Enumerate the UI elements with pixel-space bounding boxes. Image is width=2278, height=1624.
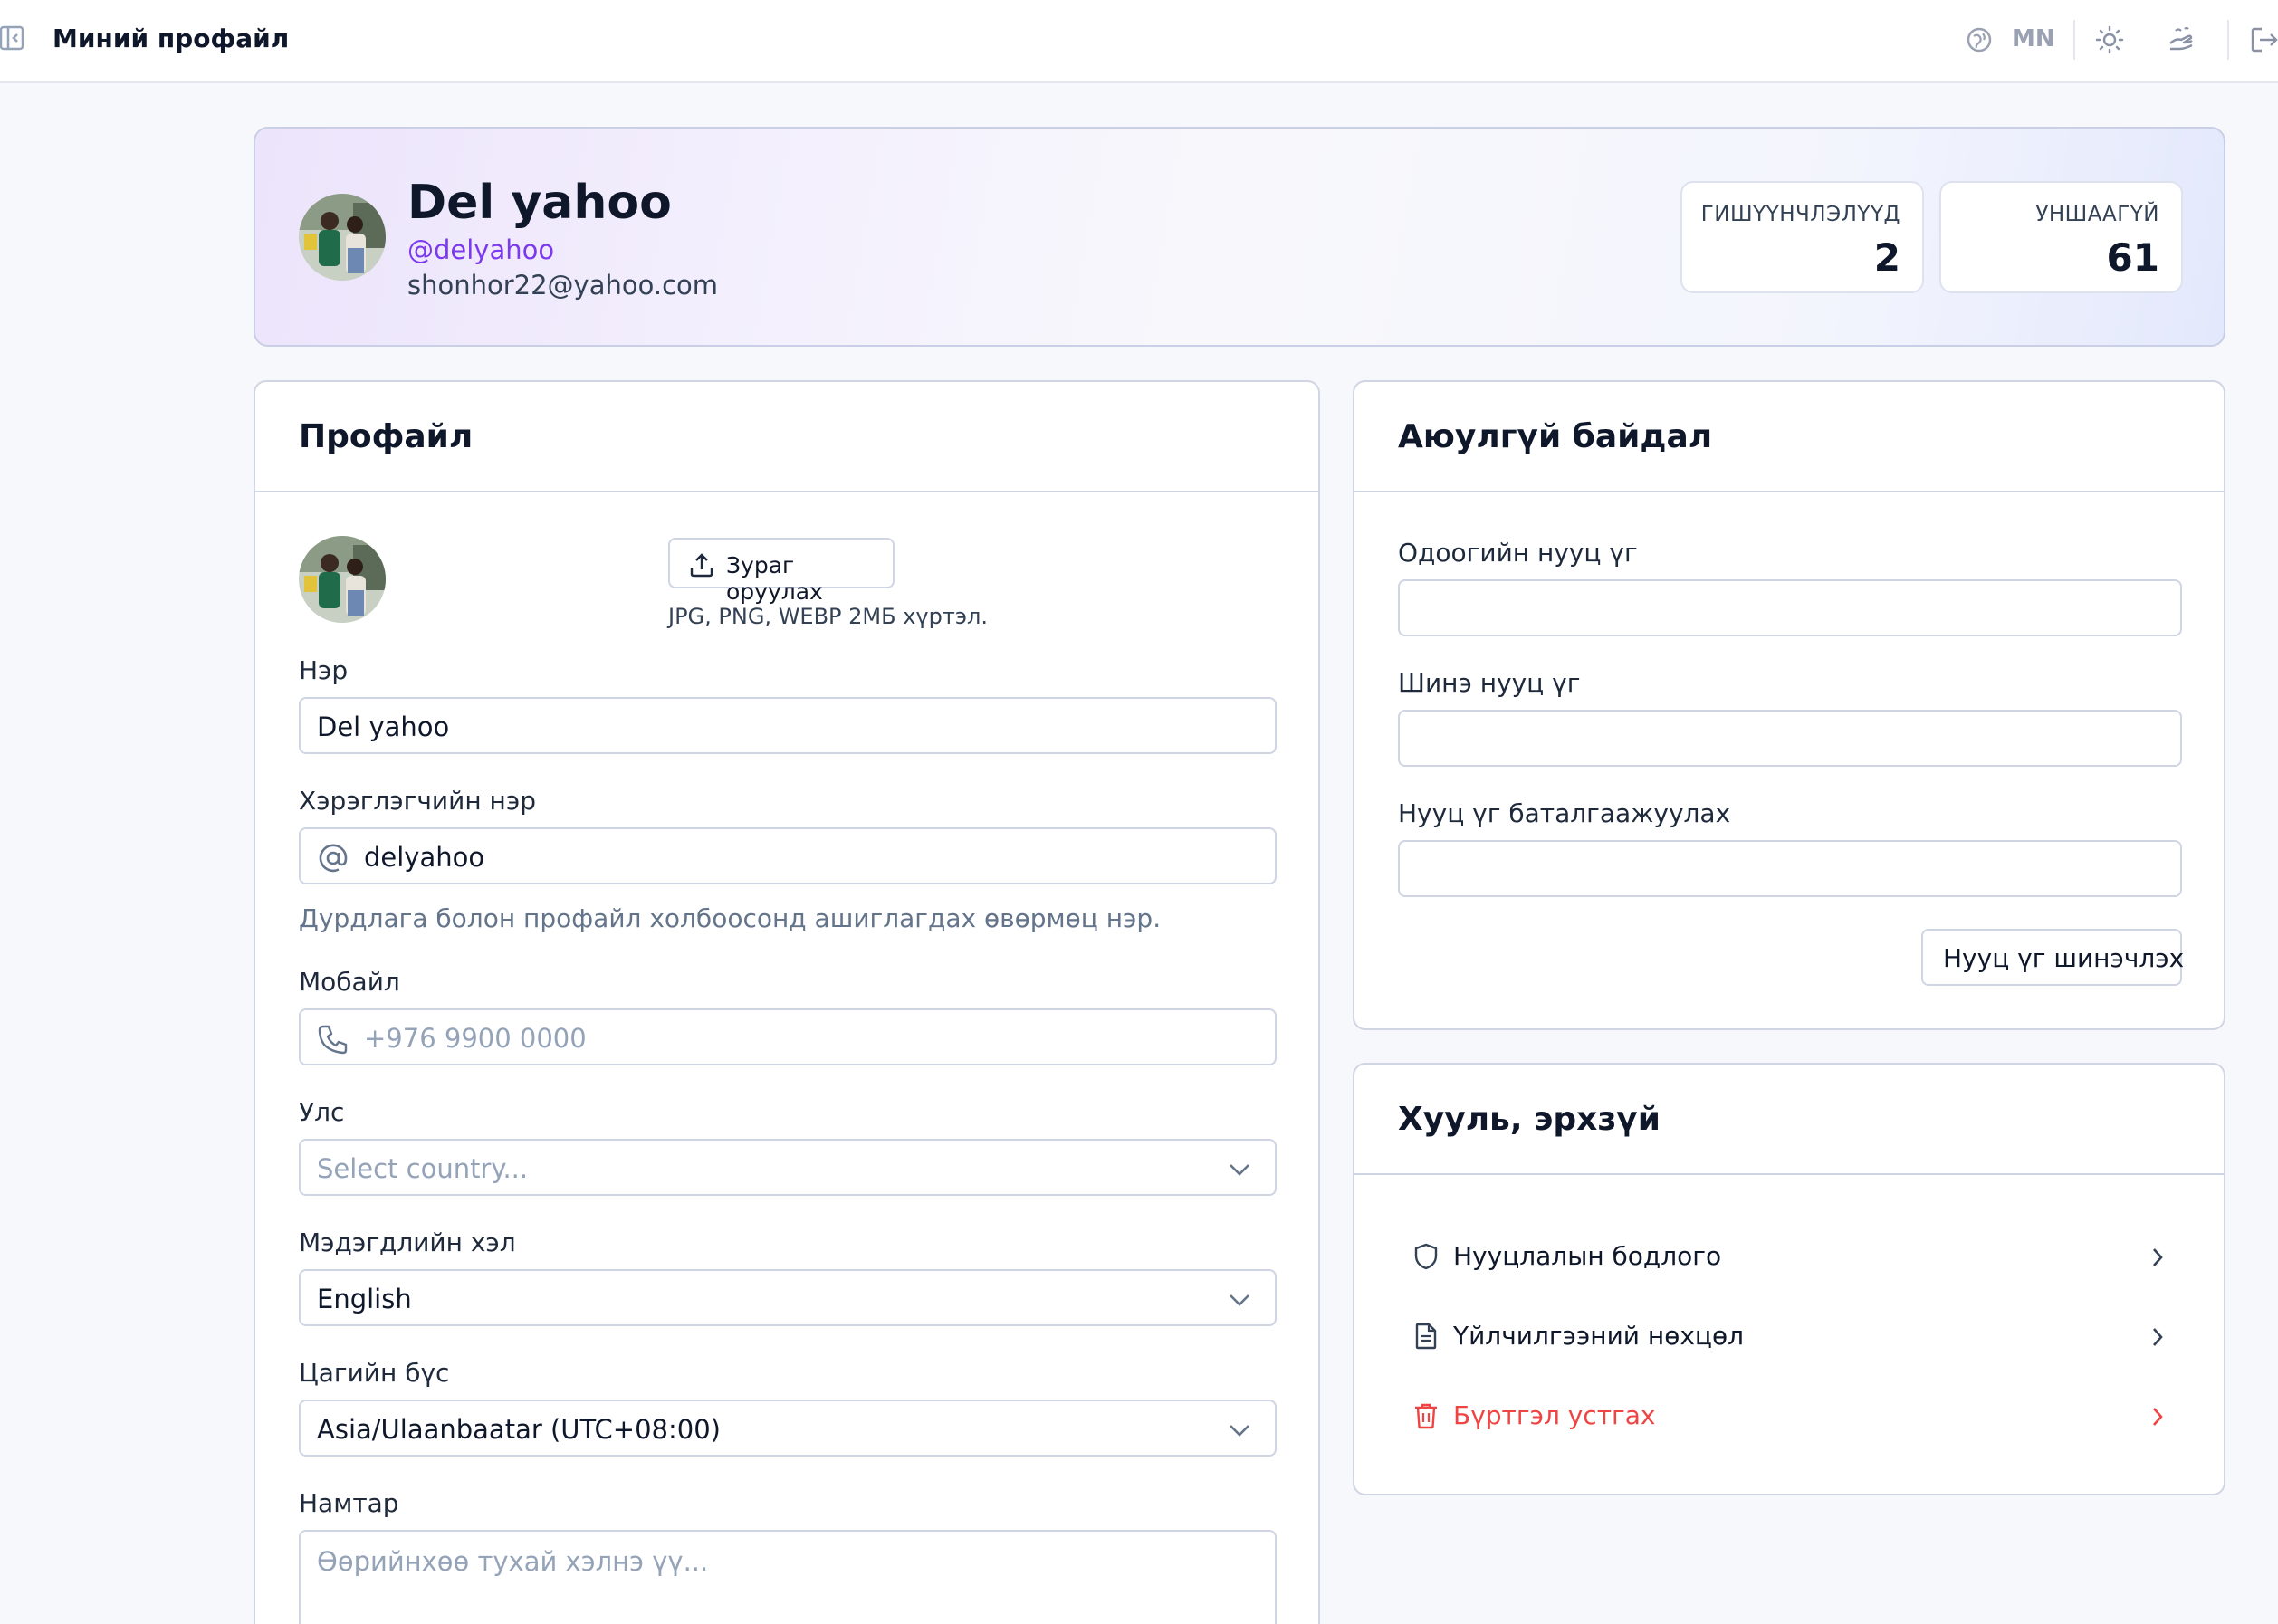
card-header: Профайл <box>255 382 1318 492</box>
delete-account-link[interactable]: Бүртгэл устгах <box>1412 1396 2166 1436</box>
language-icon[interactable] <box>1966 26 1993 53</box>
security-card: Аюулгүй байдал Одоогийн нууц үг Шинэ нуу… <box>1353 380 2225 1030</box>
username-help: Дурдлага болон профайл холбоосонд ашигла… <box>299 903 1162 933</box>
terms-of-service-link[interactable]: Үйлчилгээний нөхцөл <box>1412 1316 2166 1356</box>
name-label: Нэр <box>299 655 349 685</box>
confirm-password-label: Нууц үг баталгаажуулах <box>1398 798 1731 828</box>
username-value: delyahoo <box>364 842 485 873</box>
chevron-down-icon <box>1228 1289 1251 1311</box>
mobile-placeholder: +976 9900 0000 <box>364 1023 587 1054</box>
country-placeholder: Select country... <box>317 1153 529 1184</box>
card-header: Аюулгүй байдал <box>1354 382 2224 492</box>
bio-textarea[interactable]: Өөрийнхөө тухай хэлнэ үү... <box>299 1530 1277 1624</box>
chevron-right-icon <box>2149 1405 2166 1428</box>
trash-icon <box>1412 1401 1440 1430</box>
current-password-label: Одоогийн нууц үг <box>1398 538 1638 568</box>
hand-wave-icon[interactable] <box>2167 25 2196 54</box>
update-password-button[interactable]: Нууц үг шинэчлэх <box>1921 929 2185 986</box>
stat-label: УНШААГҮЙ <box>2035 203 2159 226</box>
stat-value: 61 <box>2106 235 2159 280</box>
new-password-input[interactable] <box>1398 710 2182 767</box>
username-label: Хэрэглэгчийн нэр <box>299 786 536 816</box>
country-label: Улс <box>299 1097 345 1127</box>
current-password-input[interactable] <box>1398 579 2182 636</box>
phone-icon <box>317 1023 349 1056</box>
profile-card: Профайл Зураг оруулах JPG, PNG, WEBP 2МБ… <box>254 380 1320 1624</box>
notification-language-select[interactable]: English <box>299 1269 1277 1326</box>
update-password-label: Нууц үг шинэчлэх <box>1943 943 2185 973</box>
bio-label: Намтар <box>299 1488 399 1518</box>
chevron-right-icon <box>2149 1325 2166 1349</box>
user-handle[interactable]: @delyahoo <box>407 234 554 265</box>
country-select[interactable]: Select country... <box>299 1139 1277 1196</box>
card-title: Хууль, эрхзүй <box>1398 1101 1661 1138</box>
notification-language-value: English <box>317 1284 412 1314</box>
avatar <box>299 194 386 281</box>
card-header: Хууль, эрхзүй <box>1354 1065 2224 1175</box>
upload-label: Зураг оруулах <box>726 552 823 605</box>
stat-label: ГИШҮҮНЧЛЭЛҮҮД <box>1700 203 1900 226</box>
chevron-down-icon <box>1228 1419 1251 1441</box>
document-icon <box>1412 1322 1440 1351</box>
confirm-password-input[interactable] <box>1398 840 2182 897</box>
stat-unread[interactable]: УНШААГҮЙ 61 <box>1939 181 2183 293</box>
legal-card: Хууль, эрхзүй Нууцлалын бодлого Үйлчилгэ… <box>1353 1063 2225 1495</box>
privacy-policy-label: Нууцлалын бодлого <box>1453 1241 1722 1271</box>
sidebar-toggle-icon[interactable] <box>0 25 24 51</box>
stat-value: 2 <box>1873 235 1900 280</box>
at-icon <box>317 842 349 874</box>
mobile-label: Мобайл <box>299 967 400 997</box>
timezone-value: Asia/Ulaanbaatar (UTC+08:00) <box>317 1414 721 1445</box>
user-name: Del yahoo <box>407 176 672 230</box>
stat-memberships[interactable]: ГИШҮҮНЧЛЭЛҮҮД 2 <box>1680 181 1924 293</box>
profile-hero-card: Del yahoo @delyahoo shonhor22@yahoo.com … <box>254 127 2225 347</box>
language-label[interactable]: MN <box>2012 25 2055 53</box>
timezone-select[interactable]: Asia/Ulaanbaatar (UTC+08:00) <box>299 1400 1277 1457</box>
sun-icon[interactable] <box>2095 25 2124 54</box>
page-title: Миний профайл <box>53 24 290 53</box>
notification-language-label: Мэдэгдлийн хэл <box>299 1228 516 1257</box>
chevron-down-icon <box>1228 1159 1251 1180</box>
delete-account-label: Бүртгэл устгах <box>1453 1400 1656 1430</box>
name-input[interactable]: Del yahoo <box>299 697 1277 754</box>
avatar <box>299 536 386 623</box>
new-password-label: Шинэ нууц үг <box>1398 668 1581 698</box>
divider <box>2073 20 2075 60</box>
chevron-right-icon <box>2149 1246 2166 1269</box>
privacy-policy-link[interactable]: Нууцлалын бодлого <box>1412 1237 2166 1276</box>
card-title: Аюулгүй байдал <box>1398 418 1713 455</box>
card-title: Профайл <box>299 418 474 455</box>
divider <box>2227 20 2229 60</box>
upload-hint: JPG, PNG, WEBP 2МБ хүртэл. <box>668 604 988 629</box>
mobile-input[interactable]: +976 9900 0000 <box>299 1008 1277 1065</box>
user-email: shonhor22@yahoo.com <box>407 270 719 301</box>
terms-of-service-label: Үйлчилгээний нөхцөл <box>1453 1321 1744 1351</box>
username-input[interactable]: delyahoo <box>299 827 1277 884</box>
top-bar: Миний профайл MN <box>0 0 2278 83</box>
name-value: Del yahoo <box>317 712 450 742</box>
shield-icon <box>1412 1242 1440 1271</box>
upload-icon <box>688 551 715 578</box>
bio-placeholder: Өөрийнхөө тухай хэлнэ үү... <box>317 1546 709 1577</box>
logout-icon[interactable] <box>2249 25 2278 54</box>
timezone-label: Цагийн бүс <box>299 1358 450 1388</box>
upload-photo-button[interactable]: Зураг оруулах <box>668 538 895 605</box>
